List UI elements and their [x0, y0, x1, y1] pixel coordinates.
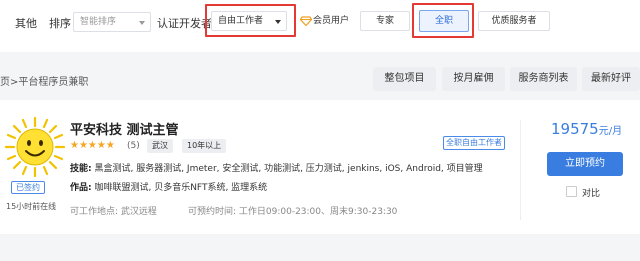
price-unit: 元/月 [598, 126, 623, 137]
review-count: (5) [127, 141, 140, 151]
online-status: 15小时前在线 [6, 202, 57, 211]
verified-badge: 已签约 [11, 181, 45, 194]
provider-name[interactable]: 平安科技 测试主管 [70, 119, 179, 138]
works-row: 作品: 咖啡联盟测试, 贝多音乐NFT系统, 监理系统 [70, 180, 267, 193]
card-divider [520, 120, 521, 220]
diamond-icon [299, 16, 313, 27]
skills-row: 技能: 黑盒测试, 服务器测试, Jmeter, 安全测试, 功能测试, 压力测… [70, 161, 483, 174]
tab-latest-reviews[interactable]: 最新好评 [582, 67, 640, 91]
sort-label: 排序 [49, 17, 71, 30]
chevron-down-icon [275, 20, 281, 24]
works-value: 咖啡联盟测试, 贝多音乐NFT系统, 监理系统 [91, 183, 268, 193]
sort-select-value: 智能排序 [80, 17, 117, 27]
compare-checkbox[interactable] [566, 186, 577, 197]
fulltime-button[interactable]: 全职 [419, 10, 469, 32]
skills-label: 技能: [70, 164, 92, 174]
city-tag: 武汉 [147, 139, 173, 153]
experience-tag: 10年以上 [182, 139, 227, 153]
quality-provider-button[interactable]: 优质服务者 [478, 11, 550, 31]
chevron-down-icon [139, 21, 145, 25]
breadcrumb[interactable]: 页>平台程序员兼职 [0, 73, 88, 88]
booking-time: 可预约时间: 工作日09:00-23:00、周末9:30-23:30 [188, 207, 398, 217]
work-location: 可工作地点: 武汉远程 [70, 207, 157, 217]
skills-value: 黑盒测试, 服务器测试, Jmeter, 安全测试, 功能测试, 压力测试, j… [91, 164, 483, 174]
book-now-button[interactable]: 立即预约 [547, 152, 623, 176]
auth-dev-label: 认证开发者 [157, 17, 212, 30]
member-filter[interactable]: 会员用户 [299, 11, 350, 31]
status-badge: 全职自由工作者 [443, 136, 505, 150]
tab-monthly-hire[interactable]: 按月雇佣 [442, 67, 505, 91]
filter-bar: 其他 排序 智能排序 认证开发者 自由工作者 会员用户 专家 全职 优质服务者 [0, 0, 640, 52]
freelancer-select[interactable]: 自由工作者 [211, 11, 287, 31]
member-label: 会员用户 [313, 16, 350, 26]
price: 19575元/月 [551, 120, 622, 138]
freelancer-select-value: 自由工作者 [218, 16, 264, 26]
tab-provider-list[interactable]: 服务商列表 [510, 67, 577, 91]
compare-label[interactable]: 对比 [582, 186, 600, 199]
expert-button[interactable]: 专家 [360, 11, 410, 31]
avatar[interactable] [4, 116, 66, 178]
star-rating: ★★★★★ [70, 140, 115, 151]
works-label: 作品: [70, 183, 92, 193]
tab-package-project[interactable]: 整包项目 [373, 67, 436, 91]
sort-select[interactable]: 智能排序 [73, 12, 151, 32]
price-value: 19575 [551, 120, 599, 138]
other-label: 其他 [15, 17, 37, 30]
